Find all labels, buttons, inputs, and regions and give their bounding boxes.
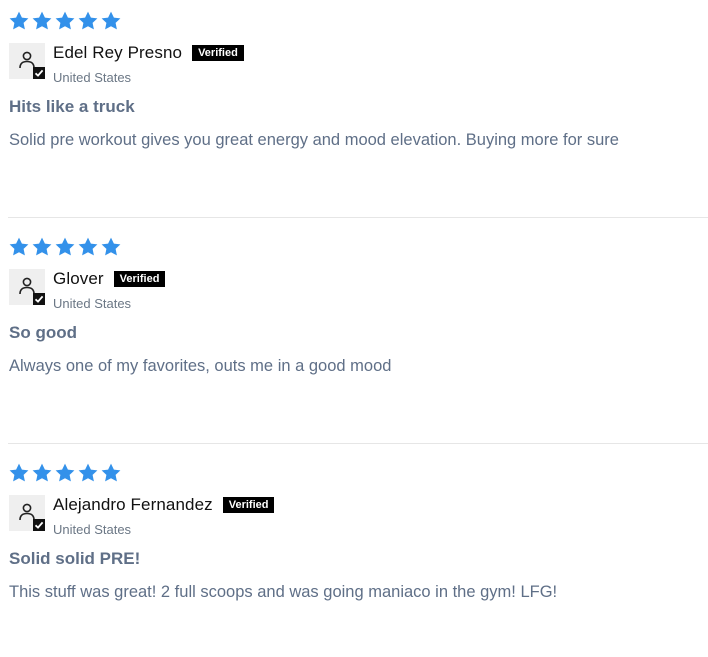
review-body: This stuff was great! 2 full scoops and … — [9, 583, 558, 601]
star-icon — [77, 10, 99, 32]
star-icon — [100, 236, 122, 258]
star-rating — [8, 462, 122, 484]
reviewer-name: Alejandro Fernandez — [53, 495, 213, 514]
review-card: Edel Rey Presno Verified United States H… — [0, 0, 708, 226]
verified-check-icon — [33, 67, 45, 79]
star-rating — [8, 236, 122, 258]
star-icon — [77, 462, 99, 484]
reviewer-name: Edel Rey Presno — [53, 43, 183, 62]
review-title: So good — [9, 323, 77, 342]
review-body: Always one of my favorites, outs me in a… — [9, 357, 392, 375]
star-icon — [100, 462, 122, 484]
star-icon — [54, 462, 76, 484]
review-body: Solid pre workout gives you great energy… — [9, 131, 619, 149]
star-icon — [8, 10, 30, 32]
avatar — [9, 269, 45, 305]
star-icon — [100, 10, 122, 32]
avatar — [9, 495, 45, 531]
review-card: Alejandro Fernandez Verified United Stat… — [0, 452, 708, 657]
review-title: Hits like a truck — [9, 97, 135, 116]
divider — [8, 217, 708, 218]
star-icon — [54, 236, 76, 258]
divider — [8, 443, 708, 444]
star-icon — [8, 236, 30, 258]
reviewer-name: Glover — [53, 269, 104, 288]
avatar — [9, 43, 45, 79]
star-icon — [77, 236, 99, 258]
star-icon — [31, 462, 53, 484]
star-icon — [31, 10, 53, 32]
star-icon — [54, 10, 76, 32]
review-card: Glover Verified United States So good Al… — [0, 226, 708, 452]
star-rating — [8, 10, 122, 32]
review-title: Solid solid PRE! — [9, 549, 141, 568]
reviewer-country: United States — [53, 296, 132, 311]
star-icon — [31, 236, 53, 258]
reviewer-country: United States — [53, 522, 132, 537]
verified-badge: Verified — [192, 45, 244, 61]
verified-check-icon — [33, 293, 45, 305]
star-icon — [8, 462, 30, 484]
verified-badge: Verified — [222, 497, 275, 513]
verified-check-icon — [33, 519, 45, 531]
verified-badge: Verified — [113, 271, 166, 287]
reviewer-country: United States — [53, 70, 132, 85]
